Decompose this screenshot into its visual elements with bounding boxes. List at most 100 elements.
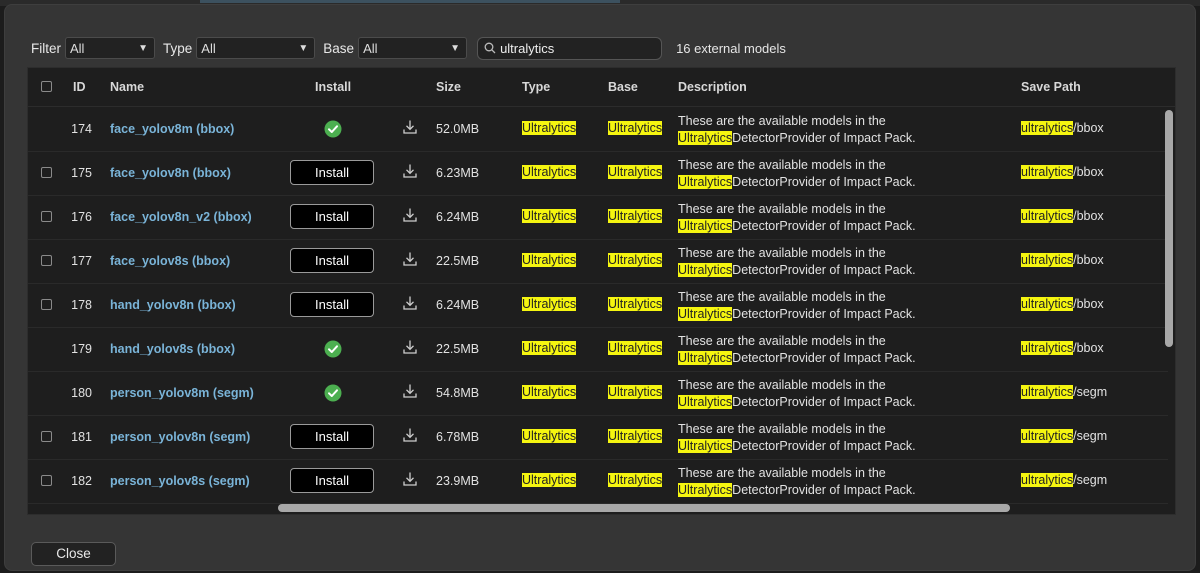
type-highlight: Ultralytics — [522, 341, 577, 355]
type-label: Type — [163, 40, 193, 56]
download-icon[interactable] — [402, 339, 418, 355]
description-rest: DetectorProvider of Impact Pack. — [732, 263, 916, 277]
header-base[interactable]: Base — [608, 68, 638, 106]
model-type: Ultralytics — [522, 473, 577, 487]
model-base: Ultralytics — [608, 385, 663, 399]
download-icon[interactable] — [402, 119, 418, 135]
row-checkbox[interactable] — [41, 211, 52, 222]
model-id: 174 — [71, 122, 92, 136]
table-row[interactable]: 175 face_yolov8n (bbox) Install 6.23MB Ultra… — [28, 151, 1168, 196]
install-button[interactable]: Install — [290, 468, 374, 493]
download-icon[interactable] — [402, 427, 418, 443]
model-description: These are the available models in the Ult… — [678, 113, 1008, 147]
header-description[interactable]: Description — [678, 68, 747, 106]
base-select[interactable]: All ▼ — [358, 37, 468, 59]
row-checkbox[interactable] — [41, 299, 52, 310]
type-highlight: Ultralytics — [522, 165, 577, 179]
search-box[interactable] — [477, 36, 663, 60]
model-name-link[interactable]: hand_yolov8n (bbox) — [110, 298, 236, 312]
model-base: Ultralytics — [608, 165, 663, 179]
table-row[interactable]: 178 hand_yolov8n (bbox) Install 6.24MB Ultra… — [28, 283, 1168, 328]
model-description: These are the available models in the Ult… — [678, 421, 1008, 455]
model-name-link[interactable]: person_yolov8s (segm) — [110, 474, 250, 488]
description-highlight: Ultralytics — [678, 307, 733, 321]
description-rest: DetectorProvider of Impact Pack. — [732, 131, 916, 145]
model-id: 177 — [71, 254, 92, 268]
base-highlight: Ultralytics — [608, 165, 663, 179]
table-row[interactable]: 181 person_yolov8n (segm) Install 6.78MB Ult… — [28, 415, 1168, 460]
download-icon[interactable] — [402, 295, 418, 311]
model-type: Ultralytics — [522, 253, 577, 267]
table-row[interactable]: 174 face_yolov8m (bbox) 52.0MB Ultralytics U… — [28, 107, 1168, 152]
model-description: These are the available models in the Ult… — [678, 245, 1008, 279]
model-name-link[interactable]: person_yolov8m (segm) — [110, 386, 254, 400]
type-highlight: Ultralytics — [522, 385, 577, 399]
filter-select[interactable]: All ▼ — [65, 37, 155, 59]
header-install[interactable]: Install — [315, 68, 351, 106]
path-rest: /segm — [1073, 473, 1108, 487]
model-description: These are the available models in the Ult… — [678, 201, 1008, 235]
model-size: 22.5MB — [436, 342, 480, 356]
type-highlight: Ultralytics — [522, 121, 577, 135]
type-select[interactable]: All ▼ — [196, 37, 316, 59]
vertical-scrollbar[interactable] — [1165, 110, 1173, 347]
model-size: 22.5MB — [436, 254, 480, 268]
model-save-path: ultralytics/segm — [1021, 429, 1107, 443]
row-checkbox[interactable] — [41, 431, 52, 442]
download-icon[interactable] — [402, 163, 418, 179]
model-description: These are the available models in the Ult… — [678, 157, 1008, 191]
model-name-link[interactable]: face_yolov8m (bbox) — [110, 122, 234, 136]
model-name-link[interactable]: face_yolov8s (bbox) — [110, 254, 230, 268]
description-line: These are the available models in the — [678, 202, 886, 216]
model-name-link[interactable]: face_yolov8n_v2 (bbox) — [110, 210, 252, 224]
model-save-path: ultralytics/bbox — [1021, 341, 1104, 355]
model-size: 23.9MB — [436, 474, 480, 488]
table-row[interactable]: 182 person_yolov8s (segm) Install 23.9MB Ult… — [28, 459, 1168, 504]
close-button[interactable]: Close — [31, 542, 116, 566]
description-highlight: Ultralytics — [678, 439, 733, 453]
model-name-link[interactable]: person_yolov8n (segm) — [110, 430, 250, 444]
model-base: Ultralytics — [608, 429, 663, 443]
install-button[interactable]: Install — [290, 160, 374, 185]
header-id[interactable]: ID — [73, 68, 86, 106]
table-header: ID Name Install Size Type Base Descripti… — [28, 68, 1175, 107]
header-type[interactable]: Type — [522, 68, 550, 106]
model-count: 16 external models — [676, 40, 786, 56]
table-row[interactable]: 176 face_yolov8n_v2 (bbox) Install 6.24MB Ul… — [28, 195, 1168, 240]
base-highlight: Ultralytics — [608, 341, 663, 355]
table-row[interactable]: 177 face_yolov8s (bbox) Install 22.5MB Ultra… — [28, 239, 1168, 284]
model-description: These are the available models in the Ult… — [678, 289, 1008, 323]
row-checkbox[interactable] — [41, 475, 52, 486]
download-icon[interactable] — [402, 471, 418, 487]
type-highlight: Ultralytics — [522, 209, 577, 223]
select-all-checkbox[interactable] — [41, 81, 52, 92]
description-rest: DetectorProvider of Impact Pack. — [732, 395, 916, 409]
table-row[interactable]: 179 hand_yolov8s (bbox) 22.5MB Ultralytics U… — [28, 327, 1168, 372]
row-checkbox[interactable] — [41, 167, 52, 178]
model-size: 6.23MB — [436, 166, 480, 180]
horizontal-scrollbar[interactable] — [278, 504, 1010, 512]
header-size[interactable]: Size — [436, 68, 461, 106]
install-button[interactable]: Install — [290, 248, 374, 273]
model-base: Ultralytics — [608, 253, 663, 267]
header-save-path[interactable]: Save Path — [1021, 68, 1081, 106]
header-name[interactable]: Name — [110, 68, 144, 106]
path-rest: /bbox — [1073, 165, 1104, 179]
description-line: These are the available models in the — [678, 246, 886, 260]
model-name-link[interactable]: hand_yolov8s (bbox) — [110, 342, 235, 356]
models-table: ID Name Install Size Type Base Descripti… — [27, 67, 1176, 515]
install-button[interactable]: Install — [290, 292, 374, 317]
download-icon[interactable] — [402, 207, 418, 223]
download-icon[interactable] — [402, 383, 418, 399]
row-checkbox[interactable] — [41, 255, 52, 266]
model-name-link[interactable]: face_yolov8n (bbox) — [110, 166, 231, 180]
description-highlight: Ultralytics — [678, 131, 733, 145]
model-type: Ultralytics — [522, 297, 577, 311]
install-button[interactable]: Install — [290, 424, 374, 449]
search-input[interactable] — [500, 40, 651, 56]
path-highlight: ultralytics — [1021, 473, 1074, 487]
table-row[interactable]: 180 person_yolov8m (segm) 54.8MB Ultralytic… — [28, 371, 1168, 416]
model-id: 180 — [71, 386, 92, 400]
install-button[interactable]: Install — [290, 204, 374, 229]
download-icon[interactable] — [402, 251, 418, 267]
